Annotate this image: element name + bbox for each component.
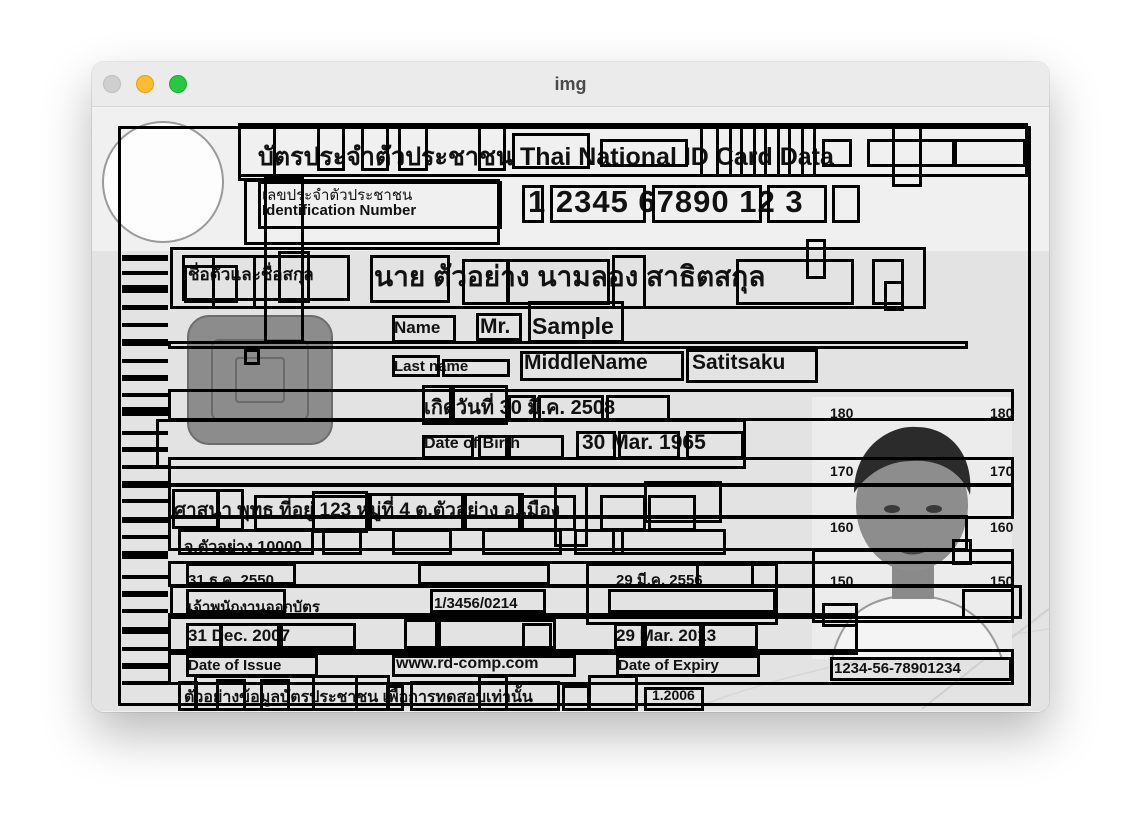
image-viewer-window: img 180 180 170 170 160 160 150 150 บัตร…	[92, 62, 1049, 712]
image-canvas: 180 180 170 170 160 160 150 150 บัตรประจ…	[92, 107, 1049, 712]
window-title: img	[554, 74, 587, 94]
title-bar: img	[92, 62, 1049, 107]
id-card-image: 180 180 170 170 160 160 150 150 บัตรประจ…	[92, 109, 1049, 711]
